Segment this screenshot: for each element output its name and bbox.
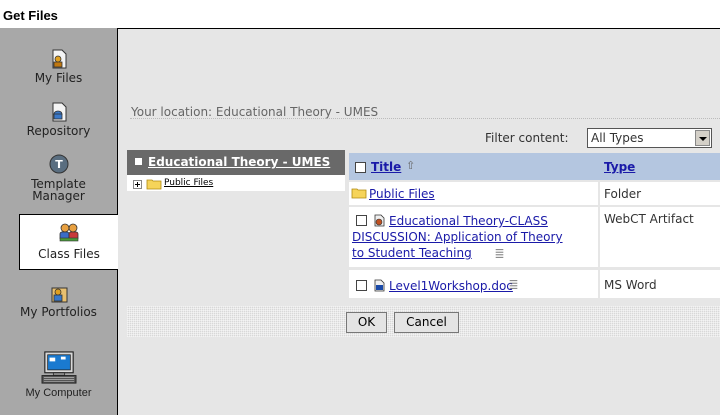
cancel-button[interactable]: Cancel bbox=[394, 312, 459, 333]
file-type: Folder bbox=[604, 187, 642, 201]
sidebar-item-my-files[interactable]: My Files bbox=[0, 48, 117, 84]
window-title: Get Files bbox=[3, 8, 58, 23]
sidebar-item-label: Manager bbox=[32, 189, 85, 203]
sidebar-item-my-computer[interactable]: My Computer bbox=[0, 351, 117, 399]
repository-icon bbox=[52, 102, 66, 122]
my-portfolios-icon bbox=[51, 287, 67, 303]
folder-icon bbox=[351, 188, 367, 199]
folder-icon bbox=[146, 179, 162, 190]
file-link-public-files[interactable]: Public Files bbox=[369, 187, 435, 201]
file-table-header: Title ⇧ Type bbox=[349, 153, 720, 180]
bullet-icon bbox=[135, 158, 142, 165]
template-manager-icon: T bbox=[49, 154, 68, 174]
sidebar-item-template-manager[interactable]: T Template Manager bbox=[0, 153, 117, 202]
file-link-educational-theory[interactable]: DISCUSSION: Application of Theory bbox=[352, 230, 563, 244]
my-computer-icon bbox=[41, 351, 76, 384]
filter-selected-value: All Types bbox=[591, 131, 644, 145]
file-type: WebCT Artifact bbox=[604, 212, 694, 226]
column-header-type[interactable]: Type bbox=[604, 160, 635, 174]
dropdown-arrow-icon[interactable] bbox=[695, 130, 710, 146]
sort-asc-icon[interactable]: ⇧ bbox=[406, 159, 415, 172]
filter-label: Filter content: bbox=[485, 131, 569, 145]
sidebar-item-label: My Files bbox=[34, 71, 83, 85]
details-icon[interactable] bbox=[508, 279, 519, 290]
folder-tree: Educational Theory - UMES Public Files bbox=[127, 150, 345, 191]
sidebar-item-repository[interactable]: Repository bbox=[0, 101, 117, 137]
column-header-title[interactable]: Title bbox=[371, 160, 401, 174]
row-checkbox[interactable] bbox=[356, 280, 367, 291]
sidebar-item-class-files[interactable]: Class Files bbox=[19, 214, 118, 270]
webct-artifact-icon bbox=[374, 214, 385, 227]
sidebar-item-label: Repository bbox=[26, 124, 91, 138]
sidebar-item-my-portfolios[interactable]: My Portfolios bbox=[0, 282, 117, 318]
sidebar-item-label: My Computer bbox=[25, 387, 92, 399]
select-all-checkbox[interactable] bbox=[355, 162, 366, 173]
file-link-educational-theory[interactable]: to Student Teaching bbox=[352, 246, 472, 260]
tree-header: Educational Theory - UMES bbox=[127, 150, 345, 175]
tree-item-public-files: Public Files bbox=[127, 177, 345, 191]
file-link-level1workshop[interactable]: Level1Workshop.doc bbox=[389, 279, 513, 293]
file-type: MS Word bbox=[604, 278, 657, 292]
details-icon[interactable] bbox=[494, 248, 505, 259]
location-divider bbox=[130, 118, 720, 119]
sidebar-item-label: My Portfolios bbox=[20, 305, 97, 319]
class-files-icon bbox=[59, 223, 79, 242]
window-titlebar: Get Files bbox=[0, 0, 720, 28]
svg-text:T: T bbox=[55, 158, 63, 171]
location-breadcrumb: Your location: Educational Theory - UMES bbox=[131, 105, 379, 119]
my-files-icon bbox=[52, 49, 66, 69]
ok-button[interactable]: OK bbox=[346, 312, 387, 333]
filter-content-select[interactable]: All Types bbox=[587, 128, 712, 148]
file-link-educational-theory[interactable]: Educational Theory-CLASS bbox=[389, 214, 548, 228]
expand-plus-icon[interactable] bbox=[133, 180, 142, 189]
row-checkbox[interactable] bbox=[356, 215, 367, 226]
sidebar-item-label: Class Files bbox=[38, 247, 100, 261]
word-doc-icon bbox=[374, 279, 385, 292]
tree-item-label[interactable]: Public Files bbox=[164, 178, 213, 188]
tree-root-link[interactable]: Educational Theory - UMES bbox=[148, 155, 330, 169]
